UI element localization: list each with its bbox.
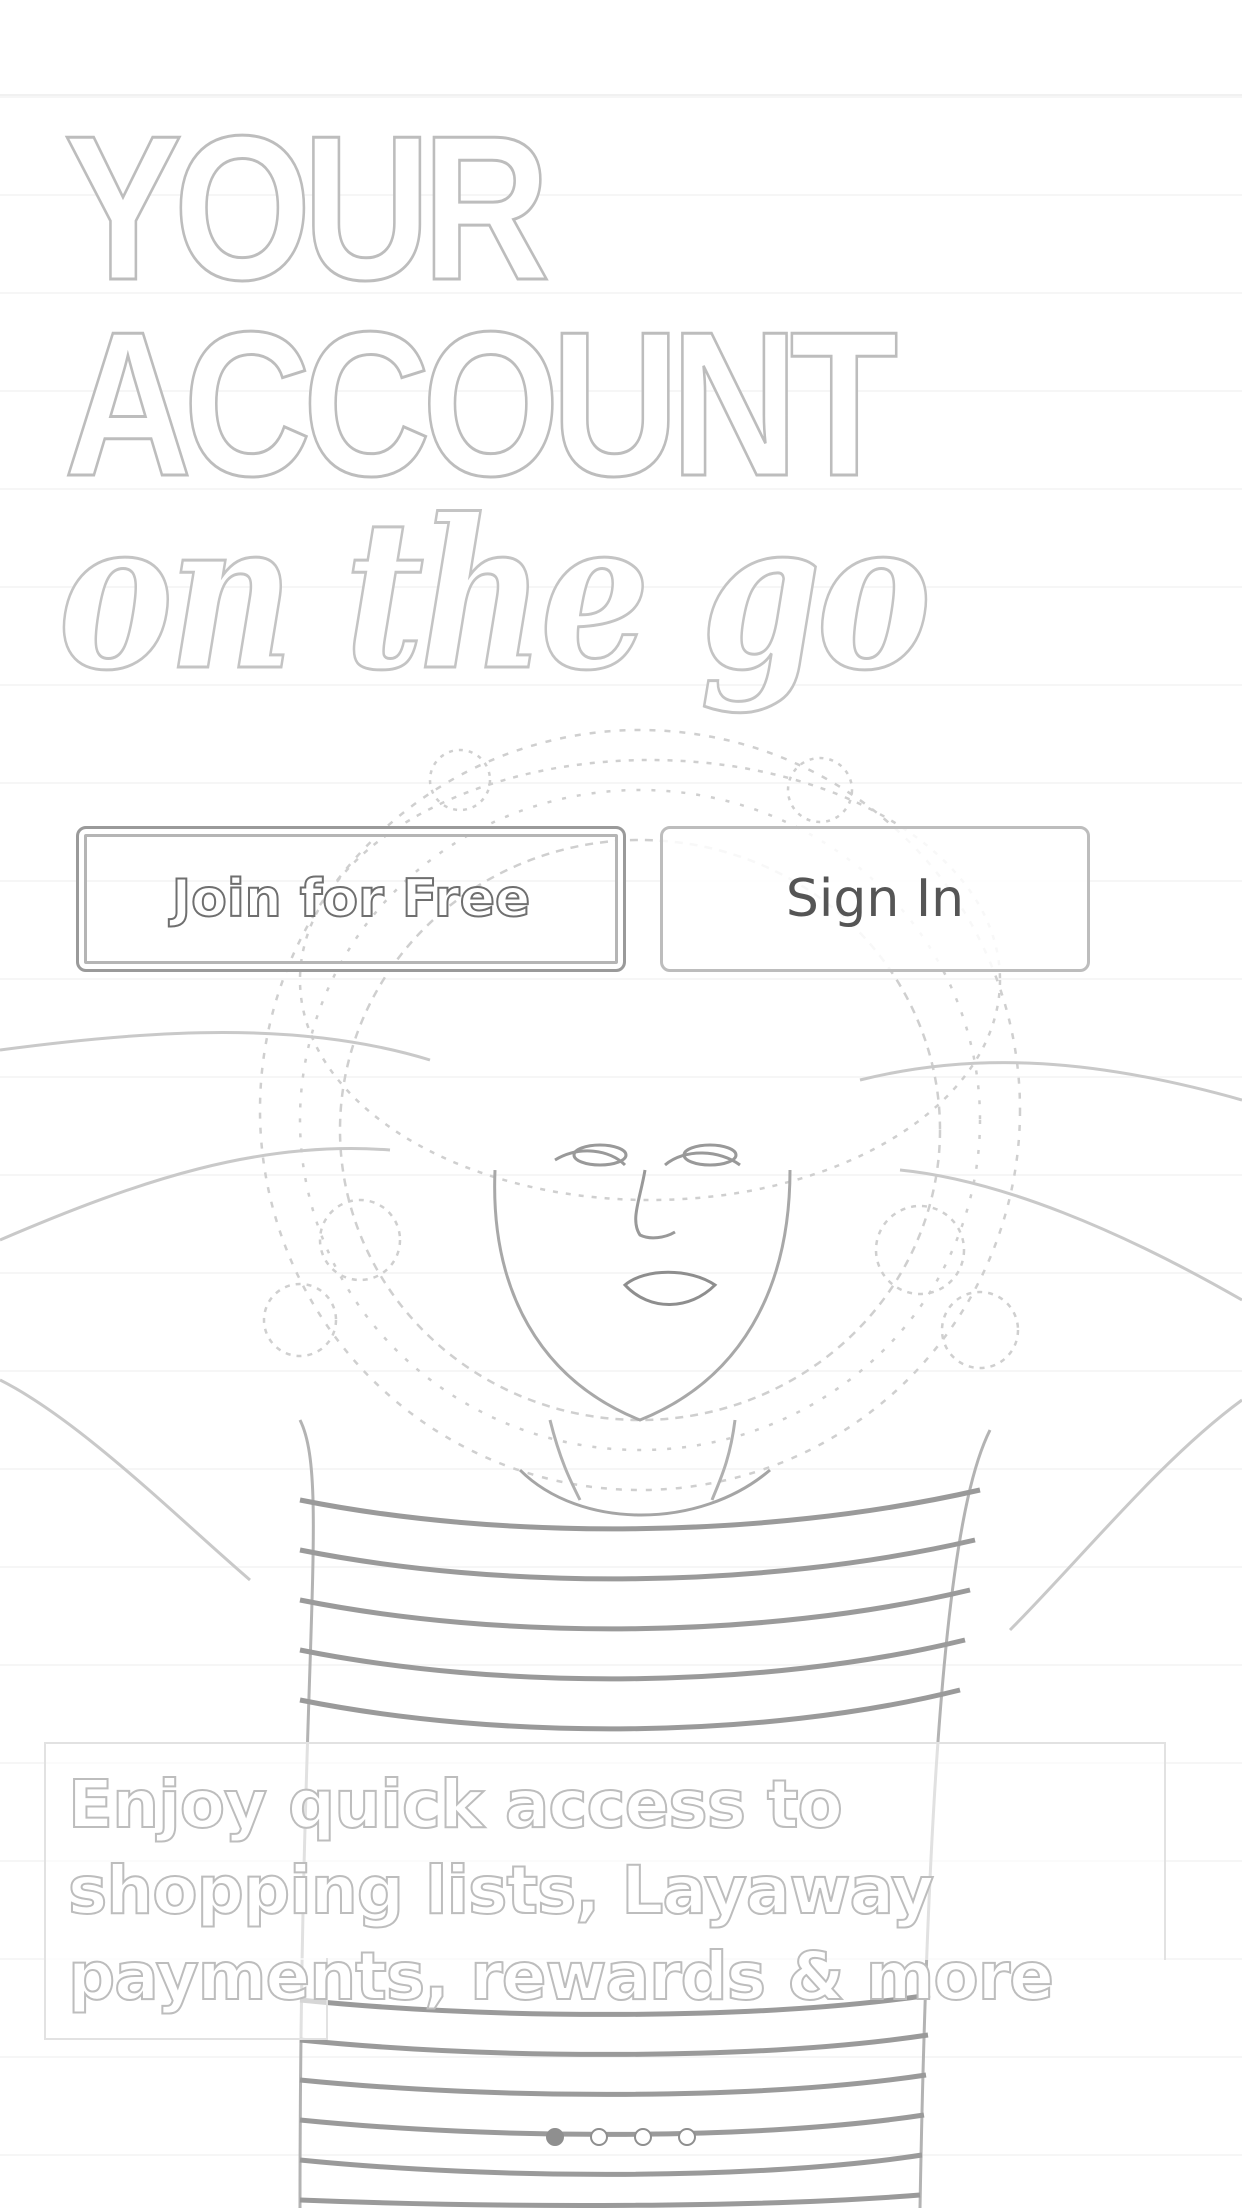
carousel-dot[interactable] — [590, 2128, 608, 2146]
headline-line-1: YOUR — [63, 93, 552, 323]
promo-text: Enjoy quick access to shopping lists, La… — [67, 1765, 1055, 2016]
join-for-free-button[interactable]: Join for Free — [76, 826, 626, 972]
sign-in-button-label: Sign In — [785, 869, 965, 929]
join-button-label: Join for Free — [171, 868, 531, 930]
carousel-dot[interactable] — [546, 2128, 564, 2146]
onboarding-screen: YOUR ACCOUNT on the go Join for Free Sig… — [0, 0, 1242, 2208]
sign-in-button[interactable]: Sign In — [660, 826, 1090, 972]
carousel-dot[interactable] — [678, 2128, 696, 2146]
headline: YOUR ACCOUNT — [63, 93, 900, 519]
headline-line-2: ACCOUNT — [63, 289, 900, 519]
tagline: on the go — [57, 474, 933, 716]
carousel-dot[interactable] — [634, 2128, 652, 2146]
carousel-pagination — [0, 2128, 1242, 2146]
